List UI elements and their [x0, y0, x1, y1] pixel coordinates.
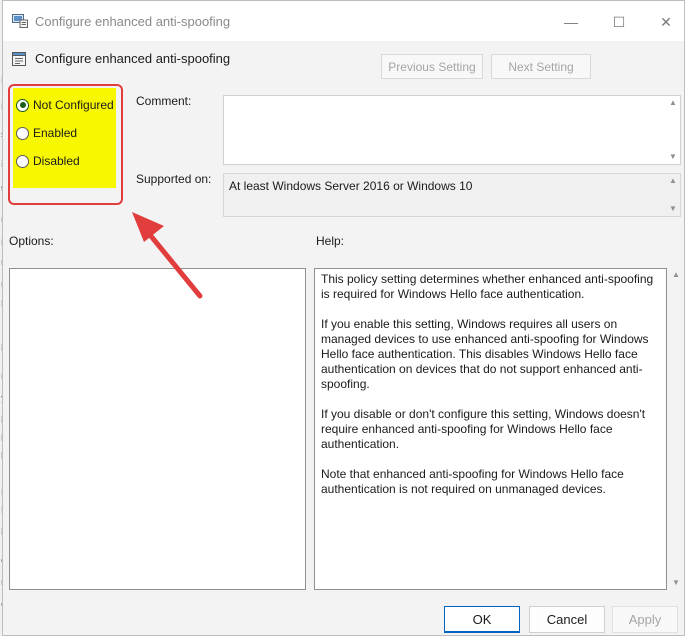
help-label: Help: [316, 234, 345, 248]
options-label: Options: [9, 234, 54, 248]
help-paragraph: If you enable this setting, Windows requ… [321, 317, 649, 391]
minimize-icon: — [564, 14, 578, 30]
help-paragraph: This policy setting determines whether e… [321, 272, 654, 301]
comment-textarea[interactable]: ▲ ▼ [223, 95, 681, 165]
help-scrollbar[interactable]: ▲ ▼ [669, 268, 683, 590]
maximize-button[interactable]: ☐ [601, 9, 637, 35]
policy-title: Configure enhanced anti-spoofing [35, 51, 231, 66]
comment-label: Comment: [136, 94, 192, 108]
ok-button[interactable]: OK [444, 606, 520, 633]
scroll-down-icon[interactable]: ▼ [669, 205, 677, 213]
help-paragraph: Note that enhanced anti-spoofing for Win… [321, 467, 624, 496]
scroll-down-icon[interactable]: ▼ [669, 153, 677, 161]
options-panel [9, 268, 306, 590]
annotation-highlight-box [8, 84, 123, 205]
supported-on-value: At least Windows Server 2016 or Windows … [229, 179, 473, 193]
help-paragraph: If you disable or don't configure this s… [321, 407, 646, 451]
cancel-button[interactable]: Cancel [529, 606, 605, 633]
scroll-up-icon[interactable]: ▲ [672, 271, 680, 279]
window-title: Configure enhanced anti-spoofing [35, 14, 231, 29]
title-bar[interactable]: Configure enhanced anti-spoofing — ☐ ✕ [3, 1, 684, 41]
annotation-arrow-icon [132, 212, 203, 299]
policy-setting-icon [12, 52, 26, 66]
scroll-down-icon[interactable]: ▼ [672, 579, 680, 587]
scroll-up-icon[interactable]: ▲ [669, 177, 677, 185]
policy-dialog: Configure enhanced anti-spoofing — ☐ ✕ C… [2, 0, 685, 636]
minimize-button[interactable]: — [553, 9, 589, 35]
next-setting-button[interactable]: Next Setting [491, 54, 591, 79]
scroll-up-icon[interactable]: ▲ [669, 99, 677, 107]
close-button[interactable]: ✕ [648, 9, 684, 35]
maximize-icon: ☐ [612, 13, 626, 30]
apply-button[interactable]: Apply [612, 606, 678, 633]
help-panel[interactable]: This policy setting determines whether e… [314, 268, 667, 590]
supported-on-field: At least Windows Server 2016 or Windows … [223, 173, 681, 217]
supported-on-label: Supported on: [136, 172, 212, 186]
close-icon: ✕ [660, 13, 672, 30]
previous-setting-button[interactable]: Previous Setting [381, 54, 483, 79]
group-policy-app-icon [12, 14, 28, 28]
